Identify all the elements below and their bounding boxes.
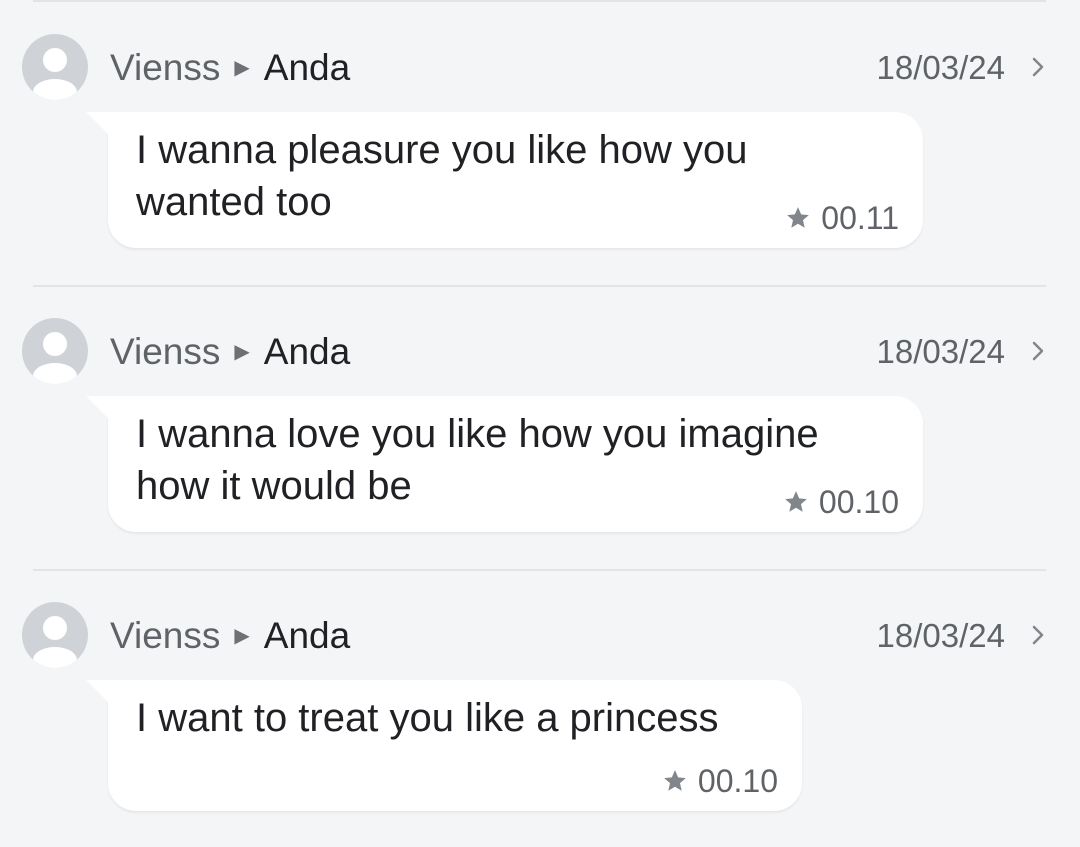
message-meta: 00.10	[783, 484, 899, 520]
message-header: Vienss ▶ Anda	[110, 615, 350, 657]
chevron-right-icon[interactable]	[1032, 625, 1044, 645]
message-text-line: how it would be	[136, 464, 412, 508]
sender-name: Vienss	[110, 615, 221, 656]
divider	[33, 0, 1046, 2]
message-meta: 00.10	[662, 763, 778, 799]
avatar-placeholder-icon[interactable]	[22, 602, 88, 668]
message-bubble[interactable]: I wanna pleasure you like how you wanted…	[86, 112, 923, 248]
star-icon	[785, 491, 807, 512]
arrow-right-icon: ▶	[234, 57, 250, 79]
divider	[33, 285, 1046, 287]
message-entry[interactable]: Vienss ▶ Anda 18/03/24 I wanna pleasure yo…	[0, 34, 1080, 284]
message-time: 00.11	[821, 200, 899, 236]
recipient-name: Anda	[263, 615, 351, 656]
message-header: Vienss ▶ Anda	[110, 47, 350, 89]
message-bubble[interactable]: I wanna love you like how you imagine ho…	[86, 396, 923, 532]
avatar-placeholder-icon[interactable]	[22, 318, 88, 384]
chevron-right-icon[interactable]	[1032, 341, 1044, 361]
chevron-right-icon[interactable]	[1032, 57, 1044, 77]
message-text-line: I wanna pleasure you like how you	[136, 128, 748, 172]
message-text-line: wanted too	[136, 180, 332, 224]
message-entry[interactable]: Vienss ▶ Anda 18/03/24 I want to treat you…	[0, 602, 1080, 842]
message-text-line: I want to treat you like a princess	[136, 696, 719, 740]
star-icon	[787, 207, 810, 228]
arrow-right-icon: ▶	[234, 625, 250, 647]
message-text: I wanna love you like how you imagine ho…	[136, 408, 819, 512]
star-icon	[664, 770, 686, 791]
message-date: 18/03/24	[876, 617, 1005, 654]
message-time: 00.10	[697, 763, 778, 799]
recipient-name: Anda	[263, 47, 351, 88]
bubble-tail	[86, 680, 110, 704]
message-time: 00.10	[818, 484, 899, 520]
message-meta: 00.11	[785, 200, 899, 236]
recipient-name: Anda	[263, 331, 351, 372]
message-text: I wanna pleasure you like how you wanted…	[136, 124, 747, 228]
sender-name: Vienss	[110, 47, 221, 88]
bubble-tail	[86, 112, 110, 136]
message-entry[interactable]: Vienss ▶ Anda 18/03/24 I wanna love you li…	[0, 318, 1080, 568]
bubble-tail	[86, 396, 110, 420]
arrow-right-icon: ▶	[234, 341, 250, 363]
sender-name: Vienss	[110, 331, 221, 372]
message-date: 18/03/24	[876, 49, 1005, 86]
divider	[33, 569, 1046, 571]
message-text-line: I wanna love you like how you imagine	[136, 412, 819, 456]
message-text: I want to treat you like a princess	[136, 692, 719, 744]
message-bubble[interactable]: I want to treat you like a princess 00.1…	[86, 680, 802, 811]
message-header: Vienss ▶ Anda	[110, 331, 350, 373]
message-date: 18/03/24	[876, 333, 1005, 370]
avatar-placeholder-icon[interactable]	[22, 34, 88, 100]
